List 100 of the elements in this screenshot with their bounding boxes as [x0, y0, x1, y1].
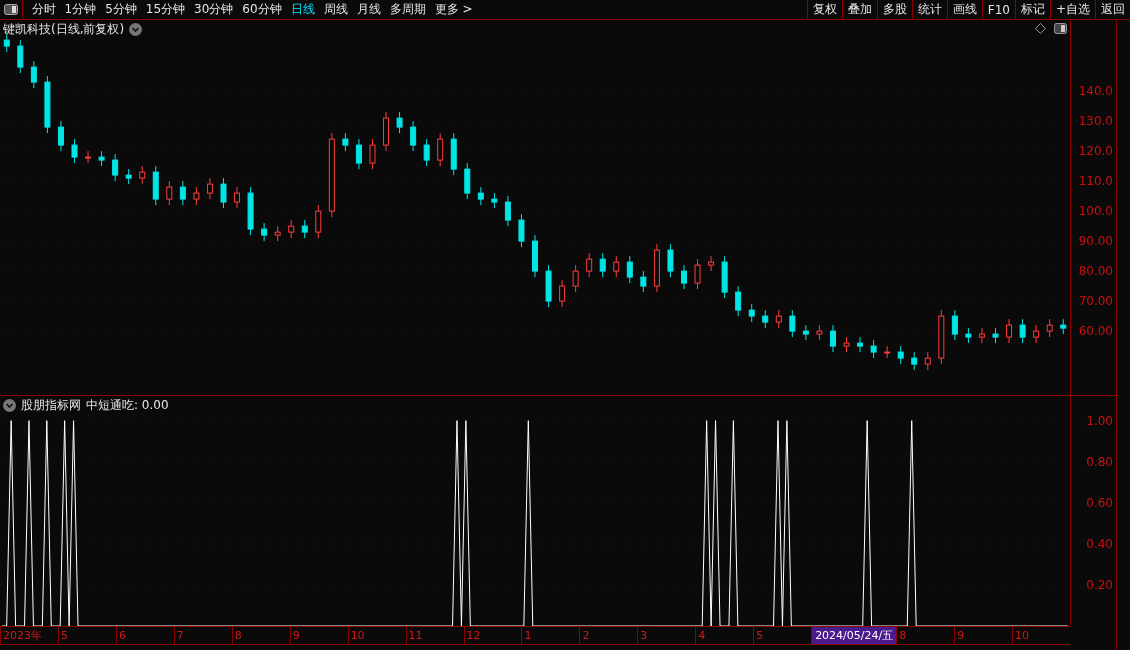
date-label: 9 [289, 627, 348, 644]
date-label: 3 [637, 627, 696, 644]
toolbar-button[interactable]: 多股 [876, 0, 912, 19]
candlestick [491, 192, 498, 209]
date-label: 6 [115, 627, 174, 644]
price-label: 90.00 [1078, 234, 1113, 249]
candlestick [1060, 318, 1067, 335]
candlestick [667, 243, 674, 278]
candlestick [857, 336, 864, 353]
candlestick [383, 111, 389, 152]
toolbar-button[interactable]: 统计 [911, 0, 947, 19]
candlestick [504, 195, 511, 227]
toolbar-button[interactable]: 叠加 [841, 0, 877, 19]
candlestick [274, 225, 281, 242]
period-tab[interactable]: 60分钟 [237, 0, 287, 19]
candlestick [1019, 318, 1026, 344]
candlestick [884, 345, 891, 359]
price-label: 100.0 [1078, 204, 1113, 219]
diamond-icon[interactable] [1035, 23, 1046, 34]
candlestick [17, 39, 24, 74]
candlestick [518, 213, 525, 248]
period-tab[interactable]: 15分钟 [141, 0, 190, 19]
period-tab[interactable]: 更多 > [430, 0, 477, 19]
cursor-date: 2024/05/24/五 [811, 627, 897, 644]
candlestick [288, 219, 295, 239]
candlestick [220, 177, 227, 209]
period-tab[interactable]: 日线 [286, 0, 320, 19]
candlestick [1046, 318, 1053, 338]
candlestick [166, 180, 173, 206]
toolbar-button[interactable]: 标记 [1014, 0, 1050, 19]
candlestick [978, 327, 985, 344]
price-label: 110.0 [1078, 174, 1113, 189]
candlestick [139, 165, 146, 185]
date-label: 10 [347, 627, 406, 644]
price-label: 140.0 [1078, 84, 1113, 99]
candlestick [125, 168, 132, 185]
date-label: 8 [231, 627, 290, 644]
candlestick [897, 345, 904, 365]
panel-icon[interactable] [1054, 23, 1067, 34]
toolbar-button[interactable]: 返回 [1095, 0, 1130, 19]
candlestick [369, 138, 376, 170]
candlestick [477, 186, 484, 206]
candlestick [816, 324, 823, 341]
dropdown-icon[interactable] [3, 399, 16, 412]
date-label: 9 [954, 627, 1013, 644]
candlestick [532, 234, 538, 278]
value-label: 0.40 [1086, 536, 1113, 551]
candlestick [545, 264, 552, 308]
candlestick [951, 309, 958, 341]
candlestick [653, 243, 660, 293]
period-tab[interactable]: 5分钟 [100, 0, 142, 19]
price-label: 80.00 [1078, 264, 1113, 279]
candlestick [640, 270, 647, 293]
period-tab[interactable]: 多周期 [385, 0, 431, 19]
candlestick [1033, 324, 1040, 344]
candlestick [694, 258, 701, 290]
period-tab[interactable]: 30分钟 [189, 0, 238, 19]
date-label: 5 [57, 627, 116, 644]
toolbar-button[interactable]: 画线 [946, 0, 982, 19]
candlestick [938, 309, 945, 365]
candlestick [789, 309, 796, 338]
candlestick [206, 177, 213, 200]
toolbar-button[interactable]: F10 [981, 0, 1015, 19]
price-label: 60.00 [1078, 324, 1113, 339]
candlestick [992, 327, 999, 344]
candlestick [301, 219, 308, 239]
candlestick [98, 150, 105, 167]
price-label: 120.0 [1078, 144, 1113, 159]
candlestick [599, 252, 606, 278]
candlestick [586, 252, 593, 278]
toolbar-button[interactable]: +自选 [1049, 0, 1095, 19]
period-tab[interactable]: 周线 [319, 0, 353, 19]
panel-icon [4, 4, 18, 15]
candlestick [613, 255, 620, 278]
candlestick [802, 324, 809, 341]
candlestick [247, 186, 254, 236]
toolbar-button[interactable]: 复权 [806, 0, 842, 19]
value-label: 0.20 [1086, 577, 1113, 592]
date-label: 8 [896, 627, 955, 644]
candlestick [748, 303, 755, 323]
indicator-name: 股朋指标网 [21, 397, 81, 414]
candlestick [179, 180, 186, 206]
period-tab[interactable]: 1分钟 [60, 0, 101, 19]
candlestick [315, 204, 322, 239]
candlestick [762, 309, 769, 329]
candlestick [626, 255, 633, 284]
candlestick [112, 153, 119, 182]
period-tab[interactable]: 分时 [27, 0, 60, 19]
candlestick [44, 75, 51, 134]
candlestick [3, 33, 10, 53]
candlestick [1006, 318, 1013, 344]
candlestick [234, 186, 241, 209]
candlestick [85, 150, 92, 164]
candlestick [911, 351, 918, 371]
candlestick [57, 120, 64, 152]
dropdown-icon[interactable] [129, 23, 143, 36]
period-tab[interactable]: 月线 [352, 0, 386, 19]
candlestick [721, 255, 728, 299]
date-label: 1 [521, 627, 580, 644]
candlestick [193, 186, 200, 206]
